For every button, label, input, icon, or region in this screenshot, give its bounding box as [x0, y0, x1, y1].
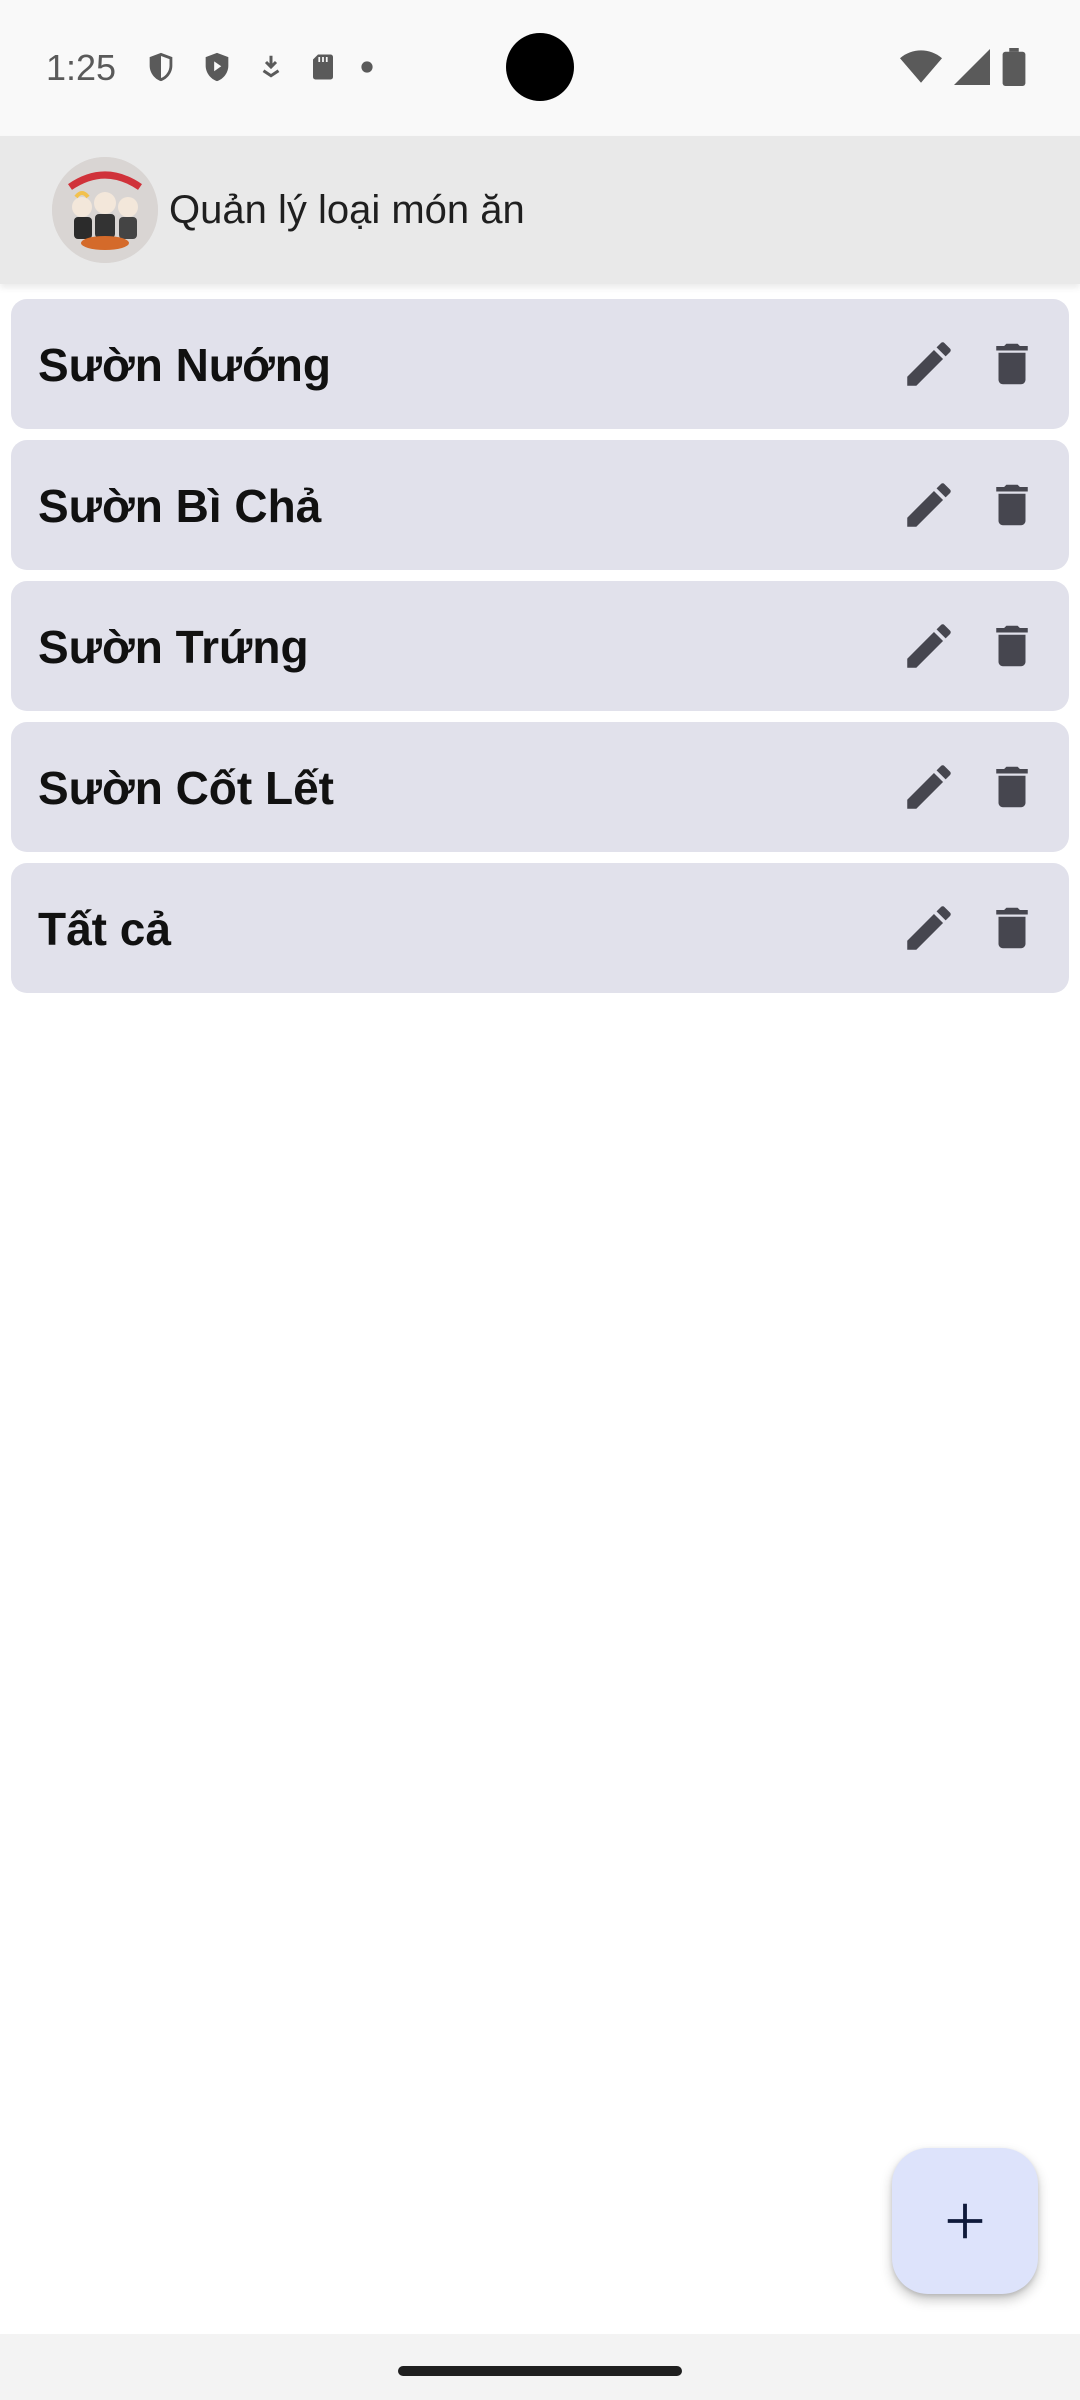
trash-icon — [996, 484, 1028, 526]
trash-icon — [996, 907, 1028, 949]
status-system-icons — [900, 48, 1026, 86]
item-label: Tất cả — [38, 903, 171, 955]
trash-icon — [996, 766, 1028, 808]
delete-button[interactable] — [980, 896, 1044, 960]
pencil-icon — [907, 765, 951, 809]
edit-button[interactable] — [897, 755, 961, 819]
pencil-icon — [907, 906, 951, 950]
pencil-icon — [907, 342, 951, 386]
edit-button[interactable] — [897, 332, 961, 396]
edit-button[interactable] — [897, 473, 961, 537]
vpn-shield-icon — [149, 52, 173, 82]
status-time: 1:25 — [46, 47, 117, 88]
item-label: Sườn Cốt Lết — [38, 762, 334, 814]
page-title: Quản lý loại món ăn — [169, 188, 525, 232]
edit-button[interactable] — [897, 896, 961, 960]
status-bar: 1:25 — [0, 0, 1080, 136]
navigation-bar — [0, 2334, 1080, 2400]
list-item[interactable]: Sườn Bì Chả — [11, 440, 1069, 570]
delete-button[interactable] — [980, 614, 1044, 678]
add-category-button[interactable] — [892, 2148, 1038, 2294]
battery-icon — [1002, 48, 1026, 86]
item-label: Sườn Nướng — [38, 339, 332, 391]
signal-icon — [954, 49, 990, 85]
wifi-icon — [900, 50, 942, 83]
item-label: Sườn Trứng — [38, 621, 309, 673]
delete-button[interactable] — [980, 755, 1044, 819]
trash-icon — [996, 343, 1028, 385]
app-bar: Quản lý loại món ăn — [0, 136, 1080, 284]
download-icon — [262, 55, 280, 78]
delete-button[interactable] — [980, 473, 1044, 537]
delete-button[interactable] — [980, 332, 1044, 396]
status-notification-icons — [144, 48, 374, 86]
list-item[interactable]: Sườn Nướng — [11, 299, 1069, 429]
trash-icon — [996, 625, 1028, 667]
dot-icon — [361, 61, 373, 73]
restaurant-logo — [52, 157, 158, 263]
sd-card-icon — [313, 54, 333, 80]
plus-icon — [947, 2203, 983, 2239]
edit-button[interactable] — [897, 614, 961, 678]
list-item[interactable]: Sườn Trứng — [11, 581, 1069, 711]
category-list: Sườn Nướng Sườn Bì Chả Sườn Trứng Sườn C… — [11, 299, 1069, 1004]
pencil-icon — [907, 624, 951, 668]
camera-cutout — [506, 33, 574, 101]
play-protect-icon — [205, 52, 229, 82]
pencil-icon — [907, 483, 951, 527]
item-label: Sườn Bì Chả — [38, 480, 322, 532]
list-item[interactable]: Tất cả — [11, 863, 1069, 993]
home-gesture-handle[interactable] — [398, 2366, 682, 2376]
list-item[interactable]: Sườn Cốt Lết — [11, 722, 1069, 852]
